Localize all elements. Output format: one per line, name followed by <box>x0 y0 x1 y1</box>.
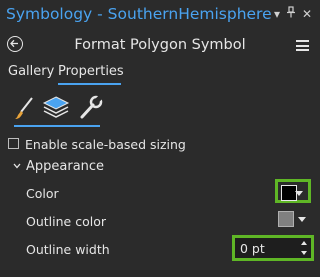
color-picker-button[interactable] <box>275 179 311 203</box>
wrench-icon[interactable] <box>76 94 104 122</box>
tab-bar: Gallery Properties <box>0 62 320 86</box>
tab-properties[interactable]: Properties <box>58 64 124 79</box>
spin-down-icon[interactable] <box>301 251 307 255</box>
dropdown-icon[interactable]: ▾ <box>270 6 284 22</box>
appearance-label: Appearance <box>26 159 105 174</box>
outline-width-value[interactable]: 0 pt <box>240 241 265 256</box>
color-label: Color <box>26 186 59 201</box>
paintbrush-icon[interactable] <box>12 94 40 122</box>
pin-icon[interactable] <box>284 6 298 22</box>
tab-gallery[interactable]: Gallery <box>8 64 54 79</box>
chevron-down-icon <box>298 217 306 222</box>
outline-color-picker-button[interactable] <box>275 208 311 232</box>
symbol-icon-tabs <box>0 92 320 132</box>
scale-sizing-checkbox[interactable] <box>8 138 19 149</box>
close-icon[interactable]: ✕ <box>300 6 314 22</box>
active-tab-indicator <box>58 83 121 85</box>
outline-color-swatch <box>278 211 294 227</box>
pane-title: Format Polygon Symbol <box>74 37 246 53</box>
window-title: Symbology - SouthernHemisphere <box>6 5 272 23</box>
active-icon-tab-indicator <box>14 125 100 127</box>
outline-width-input[interactable]: 0 pt <box>232 235 314 261</box>
chevron-down-icon <box>13 163 21 169</box>
chevron-down-icon <box>295 191 303 196</box>
pane-header: Format Polygon Symbol <box>0 30 320 60</box>
menu-icon[interactable] <box>296 40 309 51</box>
title-bar: Symbology - SouthernHemisphere ▾ ✕ <box>0 0 320 30</box>
spin-up-icon[interactable] <box>301 241 307 245</box>
outline-color-label: Outline color <box>26 214 106 229</box>
outline-width-label: Outline width <box>26 242 110 257</box>
layers-icon[interactable] <box>42 94 70 122</box>
scale-sizing-label[interactable]: Enable scale-based sizing <box>25 137 186 152</box>
